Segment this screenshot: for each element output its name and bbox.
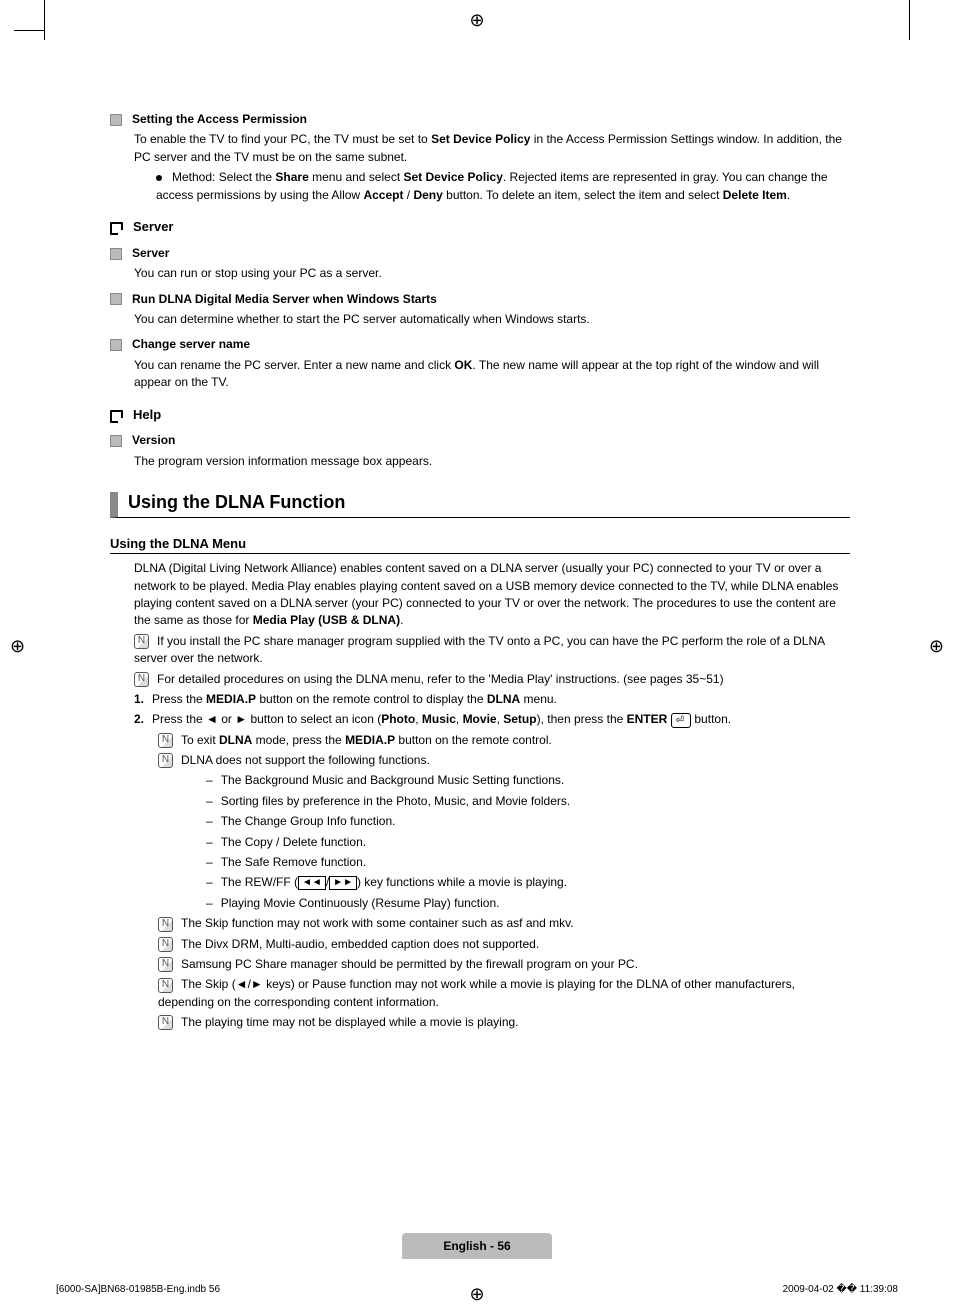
list-item: –Sorting files by preference in the Phot… <box>206 793 850 810</box>
note-icon: N <box>158 957 173 972</box>
note-text: NThe playing time may not be displayed w… <box>158 1014 850 1031</box>
note-icon: N <box>158 753 173 768</box>
body-text: You can rename the PC server. Enter a ne… <box>134 357 850 392</box>
open-square-icon <box>110 410 123 423</box>
heading-run-dlna: Run DLNA Digital Media Server when Windo… <box>110 291 850 308</box>
body-text: To enable the TV to find your PC, the TV… <box>134 131 850 166</box>
body-text: The program version information message … <box>134 453 850 470</box>
page-content: Setting the Access Permission To enable … <box>110 108 850 1035</box>
open-square-icon <box>110 222 123 235</box>
note-text: NSamsung PC Share manager should be perm… <box>158 956 850 973</box>
step-text: 1.Press the MEDIA.P button on the remote… <box>134 691 850 708</box>
list-item: –Playing Movie Continuously (Resume Play… <box>206 895 850 912</box>
heading-version: Version <box>110 432 850 449</box>
note-icon: N <box>158 978 173 993</box>
print-footer-left: [6000-SA]BN68-01985B-Eng.indb 56 <box>56 1284 220 1295</box>
note-text: NThe Divx DRM, Multi-audio, embedded cap… <box>158 936 850 953</box>
heading-change-server-name: Change server name <box>110 336 850 353</box>
list-item: –The Background Music and Background Mus… <box>206 772 850 789</box>
print-footer-right: 2009-04-02 �� 11:39:08 <box>783 1284 898 1295</box>
note-text: NThe Skip (◄/► keys) or Pause function m… <box>158 976 850 1011</box>
registration-icon: ⊕ <box>469 10 484 31</box>
note-text: NIf you install the PC share manager pro… <box>134 633 850 668</box>
page-number-footer: English - 56 <box>402 1233 552 1259</box>
enter-icon: ⏎ <box>671 713 691 728</box>
rewind-icon: ◄◄ <box>298 876 326 890</box>
note-text: NFor detailed procedures on using the DL… <box>134 671 850 688</box>
body-text: You can determine whether to start the P… <box>134 311 850 328</box>
square-bullet-icon <box>110 339 122 351</box>
note-text: NTo exit DLNA mode, press the MEDIA.P bu… <box>158 732 850 749</box>
square-bullet-icon <box>110 293 122 305</box>
note-text: NDLNA does not support the following fun… <box>158 752 850 769</box>
square-bullet-icon <box>110 114 122 126</box>
step-text: 2.Press the ◄ or ► button to select an i… <box>134 711 850 728</box>
crop-mark <box>909 0 910 40</box>
note-icon: N <box>158 917 173 932</box>
heading-access-permission: Setting the Access Permission <box>110 111 850 128</box>
list-item: –The Safe Remove function. <box>206 854 850 871</box>
registration-icon: ⊕ <box>929 636 944 657</box>
fastforward-icon: ►► <box>329 876 357 890</box>
heading-using-dlna-menu: Using the DLNA Menu <box>110 536 850 554</box>
note-icon: N <box>158 1015 173 1030</box>
square-bullet-icon <box>110 435 122 447</box>
body-text: Method: Select the Share menu and select… <box>156 169 850 204</box>
registration-icon: ⊕ <box>469 1284 484 1305</box>
list-item: –The REW/FF (◄◄/►►) key functions while … <box>206 874 850 891</box>
body-text: You can run or stop using your PC as a s… <box>134 265 850 282</box>
list-item: –The Change Group Info function. <box>206 813 850 830</box>
note-text: NThe Skip function may not work with som… <box>158 915 850 932</box>
heading-help: Help <box>110 406 850 425</box>
note-icon: N <box>158 733 173 748</box>
crop-mark <box>14 30 44 31</box>
crop-mark <box>44 0 45 40</box>
square-bullet-icon <box>110 248 122 260</box>
registration-icon: ⊕ <box>10 636 25 657</box>
heading-server: Server <box>110 218 850 237</box>
note-icon: N <box>134 634 149 649</box>
body-text: DLNA (Digital Living Network Alliance) e… <box>134 560 850 630</box>
heading-using-dlna-function: Using the DLNA Function <box>110 492 850 518</box>
bullet-icon <box>156 175 162 181</box>
note-icon: N <box>134 672 149 687</box>
list-item: –The Copy / Delete function. <box>206 834 850 851</box>
note-icon: N <box>158 937 173 952</box>
heading-server-sub: Server <box>110 245 850 262</box>
